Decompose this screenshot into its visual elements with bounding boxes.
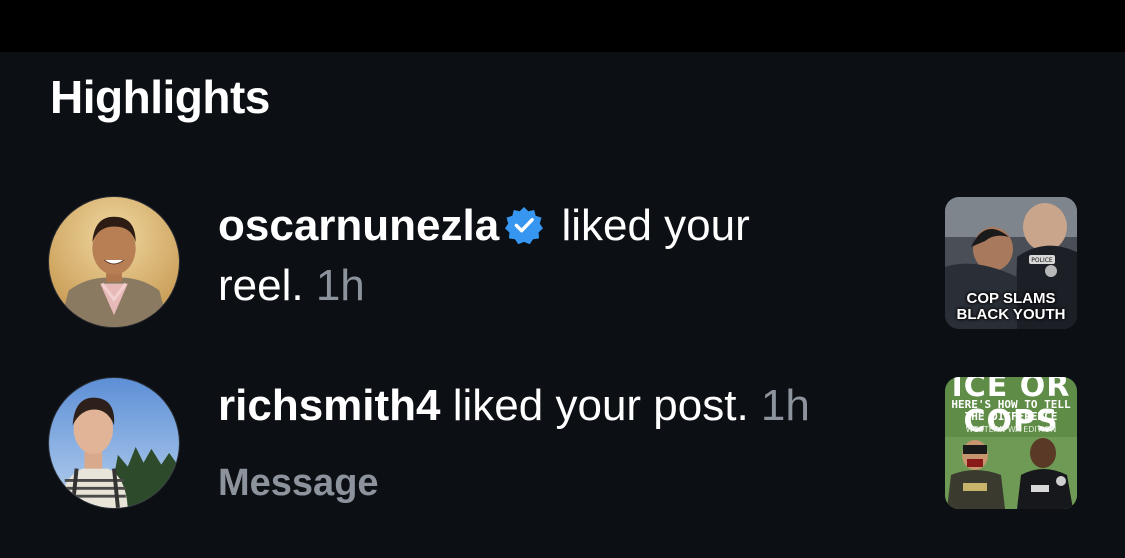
reel-thumbnail[interactable]: POLICE COP SLAMS BLACK YOUTH (945, 197, 1077, 329)
subline: THE DIFFERENCE (964, 410, 1058, 423)
notification-text: richsmith4 liked your post. 1h (218, 376, 898, 436)
timestamp: 1h (315, 261, 365, 310)
thumbnail-caption: COP SLAMS BLACK YOUTH (945, 291, 1077, 323)
thumbnail-edition: WESTERN WA EDITION (965, 425, 1057, 434)
verified-badge-icon (505, 200, 544, 245)
caption-line: COP SLAMS (966, 290, 1056, 307)
thumbnail-subline: HERE'S HOW TO TELL THE DIFFERENCE (945, 399, 1077, 423)
avatar[interactable] (48, 196, 180, 328)
message-button[interactable]: Message (218, 462, 379, 505)
avatar[interactable] (48, 377, 180, 509)
notification-text: oscarnunezla liked your reel. 1h (218, 196, 898, 316)
status-bar (0, 0, 1125, 52)
caption-line: BLACK YOUTH (956, 306, 1066, 323)
object-text: reel. (218, 261, 304, 310)
action-text: liked your post. (452, 381, 749, 430)
police-patch-text: POLICE (1031, 257, 1053, 264)
post-thumbnail[interactable]: ICE OR COPS HERE'S HOW TO TELL THE DIFFE… (945, 377, 1077, 509)
timestamp: 1h (760, 381, 810, 430)
username[interactable]: richsmith4 (218, 381, 441, 430)
username[interactable]: oscarnunezla (218, 201, 499, 250)
section-title: Highlights (50, 71, 270, 123)
action-text: liked your (561, 201, 750, 250)
